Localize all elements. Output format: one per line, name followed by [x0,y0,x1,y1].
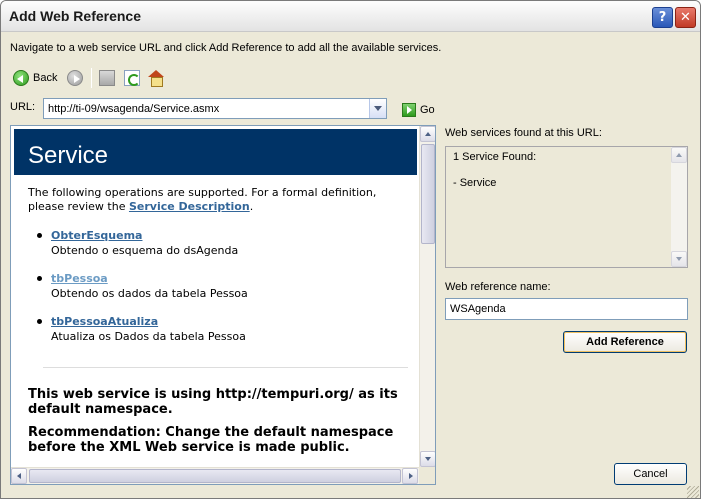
scroll-left-icon[interactable] [11,468,27,484]
home-button[interactable] [148,68,164,88]
scroll-up-icon[interactable] [420,126,435,142]
go-label: Go [420,104,435,116]
instructions-text: Navigate to a web service URL and click … [10,42,442,54]
add-reference-button[interactable]: Add Reference [563,331,687,353]
web-reference-name-label: Web reference name: [445,281,551,293]
back-arrow-icon [13,70,29,86]
intro-end: . [249,200,254,213]
bullet-icon [37,233,42,238]
bullet-icon [37,319,42,324]
window-title: Add Web Reference [9,8,141,24]
service-description-link[interactable]: Service Description [129,200,250,213]
vertical-scrollbar[interactable] [419,126,435,467]
scroll-down-icon[interactable] [420,451,435,467]
go-button[interactable]: Go [402,103,435,117]
operation-item: tbPessoaAtualiza Atualiza os Dados da ta… [37,315,411,343]
url-label: URL: [10,101,36,113]
bullet-icon [37,276,42,281]
operation-link-tbpessoa[interactable]: tbPessoa [51,272,411,285]
service-count-text: 1 Service Found: [453,151,537,163]
namespace-note: This web service is using http://tempuri… [28,387,398,417]
operation-description: Atualiza os Dados da tabela Pessoa [51,330,246,343]
services-found-label: Web services found at this URL: [445,127,602,139]
scrollbar-corner [419,467,435,484]
operation-link-obteresquema[interactable]: ObterEsquema [51,229,411,242]
url-input[interactable]: http://ti-09/wsagenda/Service.asmx [44,103,369,115]
url-combobox[interactable]: http://ti-09/wsagenda/Service.asmx [43,98,387,119]
forward-button[interactable] [67,68,83,88]
refresh-icon [124,70,140,86]
url-dropdown-button[interactable] [369,99,386,118]
stop-icon [99,70,115,86]
cancel-button[interactable]: Cancel [614,463,687,485]
back-label: Back [33,72,58,84]
service-title: Service [28,142,109,169]
go-arrow-icon [402,103,416,117]
stop-button[interactable] [99,68,115,88]
service-header: Service [14,129,417,175]
add-web-reference-dialog: Add Web Reference ? ✕ Navigate to a web … [0,0,701,499]
horizontal-scrollbar[interactable] [11,467,419,484]
resize-grip[interactable] [687,486,699,498]
vertical-scroll-thumb[interactable] [421,144,435,244]
scroll-right-icon[interactable] [402,468,418,484]
divider [43,367,408,368]
horizontal-scroll-thumb[interactable] [29,469,401,483]
operation-link-tbpessoaatualiza[interactable]: tbPessoaAtualiza [51,315,411,328]
operations-intro: The following operations are supported. … [28,186,408,214]
operation-item: ObterEsquema Obtendo o esquema do dsAgen… [37,229,411,257]
service-list-item: - Service [453,177,497,189]
web-reference-name-input[interactable]: WSAgenda [445,298,688,320]
services-found-scrollbar [671,147,687,267]
operation-description: Obtendo os dados da tabela Pessoa [51,287,248,300]
scroll-up-icon [671,147,687,163]
recommendation-note: Recommendation: Change the default names… [28,425,394,455]
services-found-box: 1 Service Found: - Service [445,146,688,268]
service-browser-pane: Service The following operations are sup… [10,125,436,485]
operation-description: Obtendo o esquema do dsAgenda [51,244,239,257]
title-bar: Add Web Reference ? ✕ [1,1,700,32]
help-button[interactable]: ? [652,7,673,28]
close-button[interactable]: ✕ [675,7,696,28]
home-icon [148,70,164,87]
operation-item: tbPessoa Obtendo os dados da tabela Pess… [37,272,411,300]
refresh-button[interactable] [124,68,140,88]
back-button[interactable]: Back [13,68,57,88]
forward-arrow-icon [67,70,83,86]
toolbar-separator [91,68,92,88]
scroll-down-icon [671,251,687,267]
